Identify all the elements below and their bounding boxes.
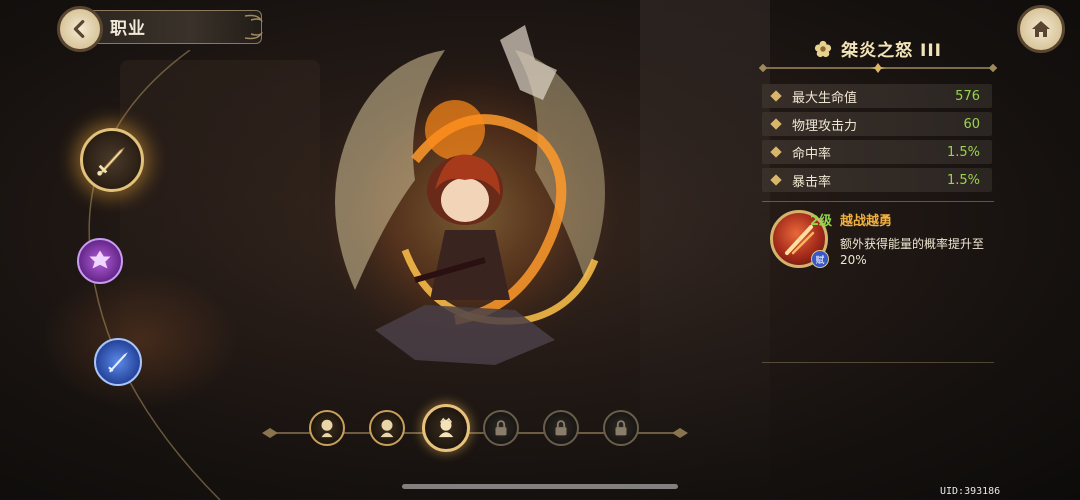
class-blade-button[interactable] (94, 338, 142, 386)
stat-row-physical-attack: 物理攻击力 60 (762, 112, 992, 136)
stat-row-max-hp: 最大生命值 576 (762, 84, 992, 108)
lock-icon (555, 420, 567, 436)
home-icon (1032, 21, 1050, 37)
stat-value: 60 (963, 116, 980, 132)
blade-icon (108, 352, 128, 373)
tier-4-button[interactable] (483, 410, 519, 446)
skill-name: 桀炎之怒 III (841, 41, 942, 61)
diamond-bullet-icon (770, 90, 782, 102)
back-arrow-icon (73, 20, 85, 38)
chibi-2-icon (380, 419, 394, 438)
diamond-bullet-icon (770, 146, 782, 158)
tier-6-button[interactable] (603, 410, 639, 446)
back-button[interactable] (57, 6, 103, 52)
uid-label: UID:393186 (940, 486, 1001, 497)
hero-illustration (300, 25, 640, 380)
panel-divider (762, 201, 994, 202)
talent-name: 越战越勇 (840, 214, 893, 229)
stat-label: 物理攻击力 (792, 118, 858, 134)
lock-icon (615, 420, 627, 436)
sword-icon (97, 147, 125, 176)
stat-value: 576 (955, 88, 980, 104)
tier-3-button[interactable] (422, 404, 470, 452)
lock-icon (495, 420, 507, 436)
flower-icon (814, 40, 832, 57)
stat-row-hit-rate: 命中率 1.5% (762, 140, 992, 164)
stats-list: 最大生命值 576 物理攻击力 60 命中率 1.5% 暴击率 1.5% (762, 84, 992, 196)
diamond-bullet-icon (770, 118, 782, 130)
talent-description: 额外获得能量的概率提升至20% (840, 237, 985, 267)
stat-label: 暴击率 (792, 174, 832, 190)
stat-row-crit-rate: 暴击率 1.5% (762, 168, 992, 192)
class-sword-button[interactable] (80, 128, 144, 192)
tier-2-button[interactable] (369, 410, 405, 446)
tier-5-button[interactable] (543, 410, 579, 446)
stat-label: 最大生命值 (792, 90, 858, 106)
stat-value: 1.5% (946, 172, 980, 188)
title-ornament (244, 14, 263, 40)
rune-icon (89, 250, 111, 269)
stat-label: 命中率 (792, 146, 832, 162)
chibi-1-icon (321, 419, 333, 438)
page-title: 职业 (110, 19, 146, 39)
talent-level: 2级 (810, 214, 833, 229)
background-window (640, 0, 770, 499)
diamond-bullet-icon (770, 174, 782, 186)
talent-badge: 赋 (811, 250, 829, 268)
home-button[interactable] (1017, 5, 1065, 53)
class-rune-button[interactable] (77, 238, 123, 284)
skill-title: 桀炎之怒 III (760, 36, 996, 61)
ornament-divider (758, 63, 998, 73)
tier-1-button[interactable] (309, 410, 345, 446)
home-indicator-bar[interactable] (402, 484, 678, 489)
chibi-3-icon (438, 417, 454, 438)
panel-bottom-divider (762, 362, 994, 363)
stat-value: 1.5% (946, 144, 980, 160)
